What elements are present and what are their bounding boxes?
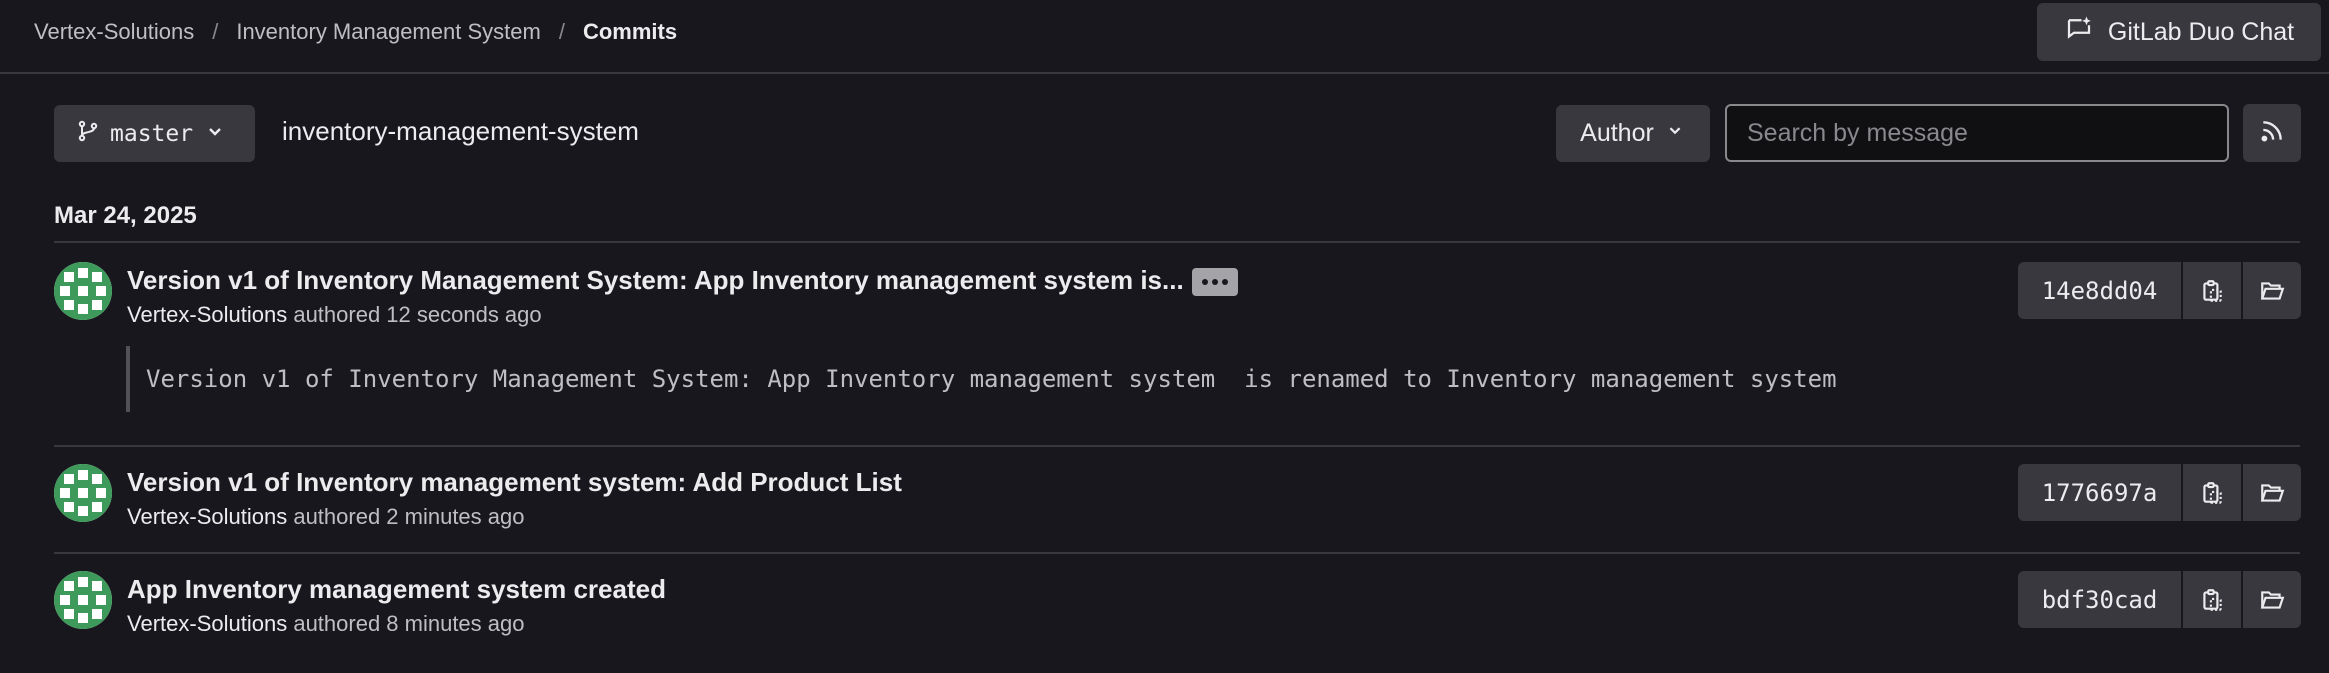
copy-icon (2203, 481, 2222, 504)
commit-actions: bdf30cad (2018, 571, 2301, 628)
commit-title[interactable]: Version v1 of Inventory management syste… (127, 467, 902, 498)
commit-sha[interactable]: 1776697a (2018, 464, 2181, 521)
divider (54, 445, 2300, 447)
branch-label: master (110, 120, 194, 147)
commit-author[interactable]: Vertex-Solutions (127, 504, 287, 529)
rss-feed-button[interactable] (2243, 104, 2301, 162)
divider (54, 552, 2300, 554)
project-path: inventory-management-system (282, 116, 639, 146)
browse-files-button[interactable] (2243, 262, 2301, 319)
browse-files-button[interactable] (2243, 571, 2301, 628)
toggle-description-button[interactable] (1191, 268, 1238, 297)
commit-title-text[interactable]: Version v1 of Inventory Management Syste… (127, 265, 1184, 295)
breadcrumb-current[interactable]: Commits (583, 19, 677, 45)
breadcrumb-project[interactable]: Inventory Management System (236, 19, 540, 45)
commit-actions: 14e8dd04 (2018, 262, 2301, 319)
commit-sha[interactable]: 14e8dd04 (2018, 262, 2181, 319)
breadcrumb-separator: / (558, 19, 565, 44)
commit-author[interactable]: Vertex-Solutions (127, 611, 287, 636)
commit-title[interactable]: Version v1 of Inventory Management Syste… (127, 265, 1238, 297)
author-filter-label: Author (1580, 119, 1654, 147)
chevron-down-icon (203, 119, 227, 149)
commit-meta: Vertex-Solutions authored 12 seconds ago (127, 302, 542, 328)
breadcrumb-group[interactable]: Vertex-Solutions (34, 19, 194, 45)
breadcrumb: Vertex-Solutions / Inventory Management … (34, 19, 677, 45)
commit-meta: Vertex-Solutions authored 8 minutes ago (127, 611, 525, 637)
folder-open-icon (2260, 281, 2285, 300)
duo-chat-icon (2064, 14, 2094, 51)
chevron-down-icon (1664, 119, 1686, 148)
commit-author[interactable]: Vertex-Solutions (127, 302, 287, 327)
breadcrumb-separator: / (212, 19, 219, 44)
commit-authored-time: authored 12 seconds ago (293, 302, 542, 327)
branch-icon (76, 119, 100, 149)
copy-icon (2203, 279, 2222, 302)
commit-authored-time: authored 2 minutes ago (293, 504, 525, 529)
copy-sha-button[interactable] (2183, 464, 2241, 521)
avatar[interactable] (54, 464, 112, 522)
date-heading: Mar 24, 2025 (54, 202, 197, 229)
folder-open-icon (2260, 483, 2285, 502)
divider (54, 241, 2300, 243)
rss-icon (2259, 118, 2285, 149)
avatar[interactable] (54, 262, 112, 320)
copy-sha-button[interactable] (2183, 571, 2241, 628)
commit-sha[interactable]: bdf30cad (2018, 571, 2181, 628)
browse-files-button[interactable] (2243, 464, 2301, 521)
duo-chat-label: GitLab Duo Chat (2107, 17, 2295, 46)
commit-authored-time: authored 8 minutes ago (293, 611, 525, 636)
top-bar: Vertex-Solutions / Inventory Management … (0, 0, 2329, 74)
branch-selector[interactable]: master (54, 105, 255, 162)
commit-title[interactable]: App Inventory management system created (127, 574, 666, 605)
search-input[interactable] (1725, 104, 2229, 162)
commit-meta: Vertex-Solutions authored 2 minutes ago (127, 504, 525, 530)
copy-icon (2203, 588, 2222, 611)
commit-row: Version v1 of Inventory management syste… (54, 464, 2301, 534)
duo-chat-button[interactable]: GitLab Duo Chat (2037, 3, 2321, 61)
avatar[interactable] (54, 571, 112, 629)
author-filter-button[interactable]: Author (1556, 105, 1710, 162)
commit-actions: 1776697a (2018, 464, 2301, 521)
commit-row: Version v1 of Inventory Management Syste… (54, 262, 2301, 442)
commit-row: App Inventory management system created … (54, 571, 2301, 641)
commit-description: Version v1 of Inventory Management Syste… (126, 346, 1926, 412)
folder-open-icon (2260, 590, 2285, 609)
copy-sha-button[interactable] (2183, 262, 2241, 319)
